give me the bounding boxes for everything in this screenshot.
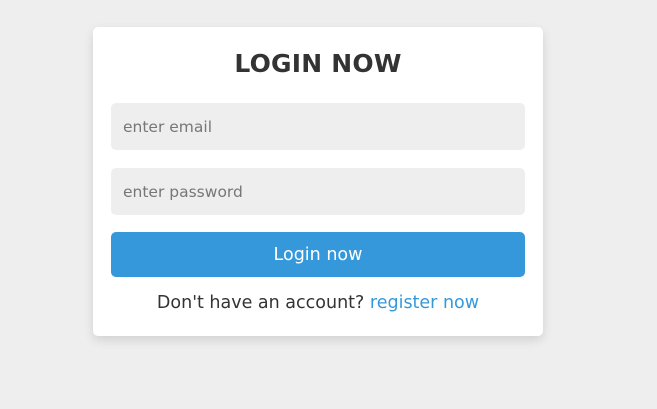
login-card: LOGIN NOW Login now Don't have an accoun… — [93, 27, 543, 336]
register-prompt: Don't have an account? register now — [93, 293, 543, 313]
login-button[interactable]: Login now — [111, 232, 525, 277]
password-input[interactable] — [111, 168, 525, 215]
register-link[interactable]: register now — [370, 293, 479, 313]
register-prompt-text: Don't have an account? — [156, 293, 370, 313]
email-input[interactable] — [111, 103, 525, 150]
login-title: LOGIN NOW — [234, 49, 402, 78]
